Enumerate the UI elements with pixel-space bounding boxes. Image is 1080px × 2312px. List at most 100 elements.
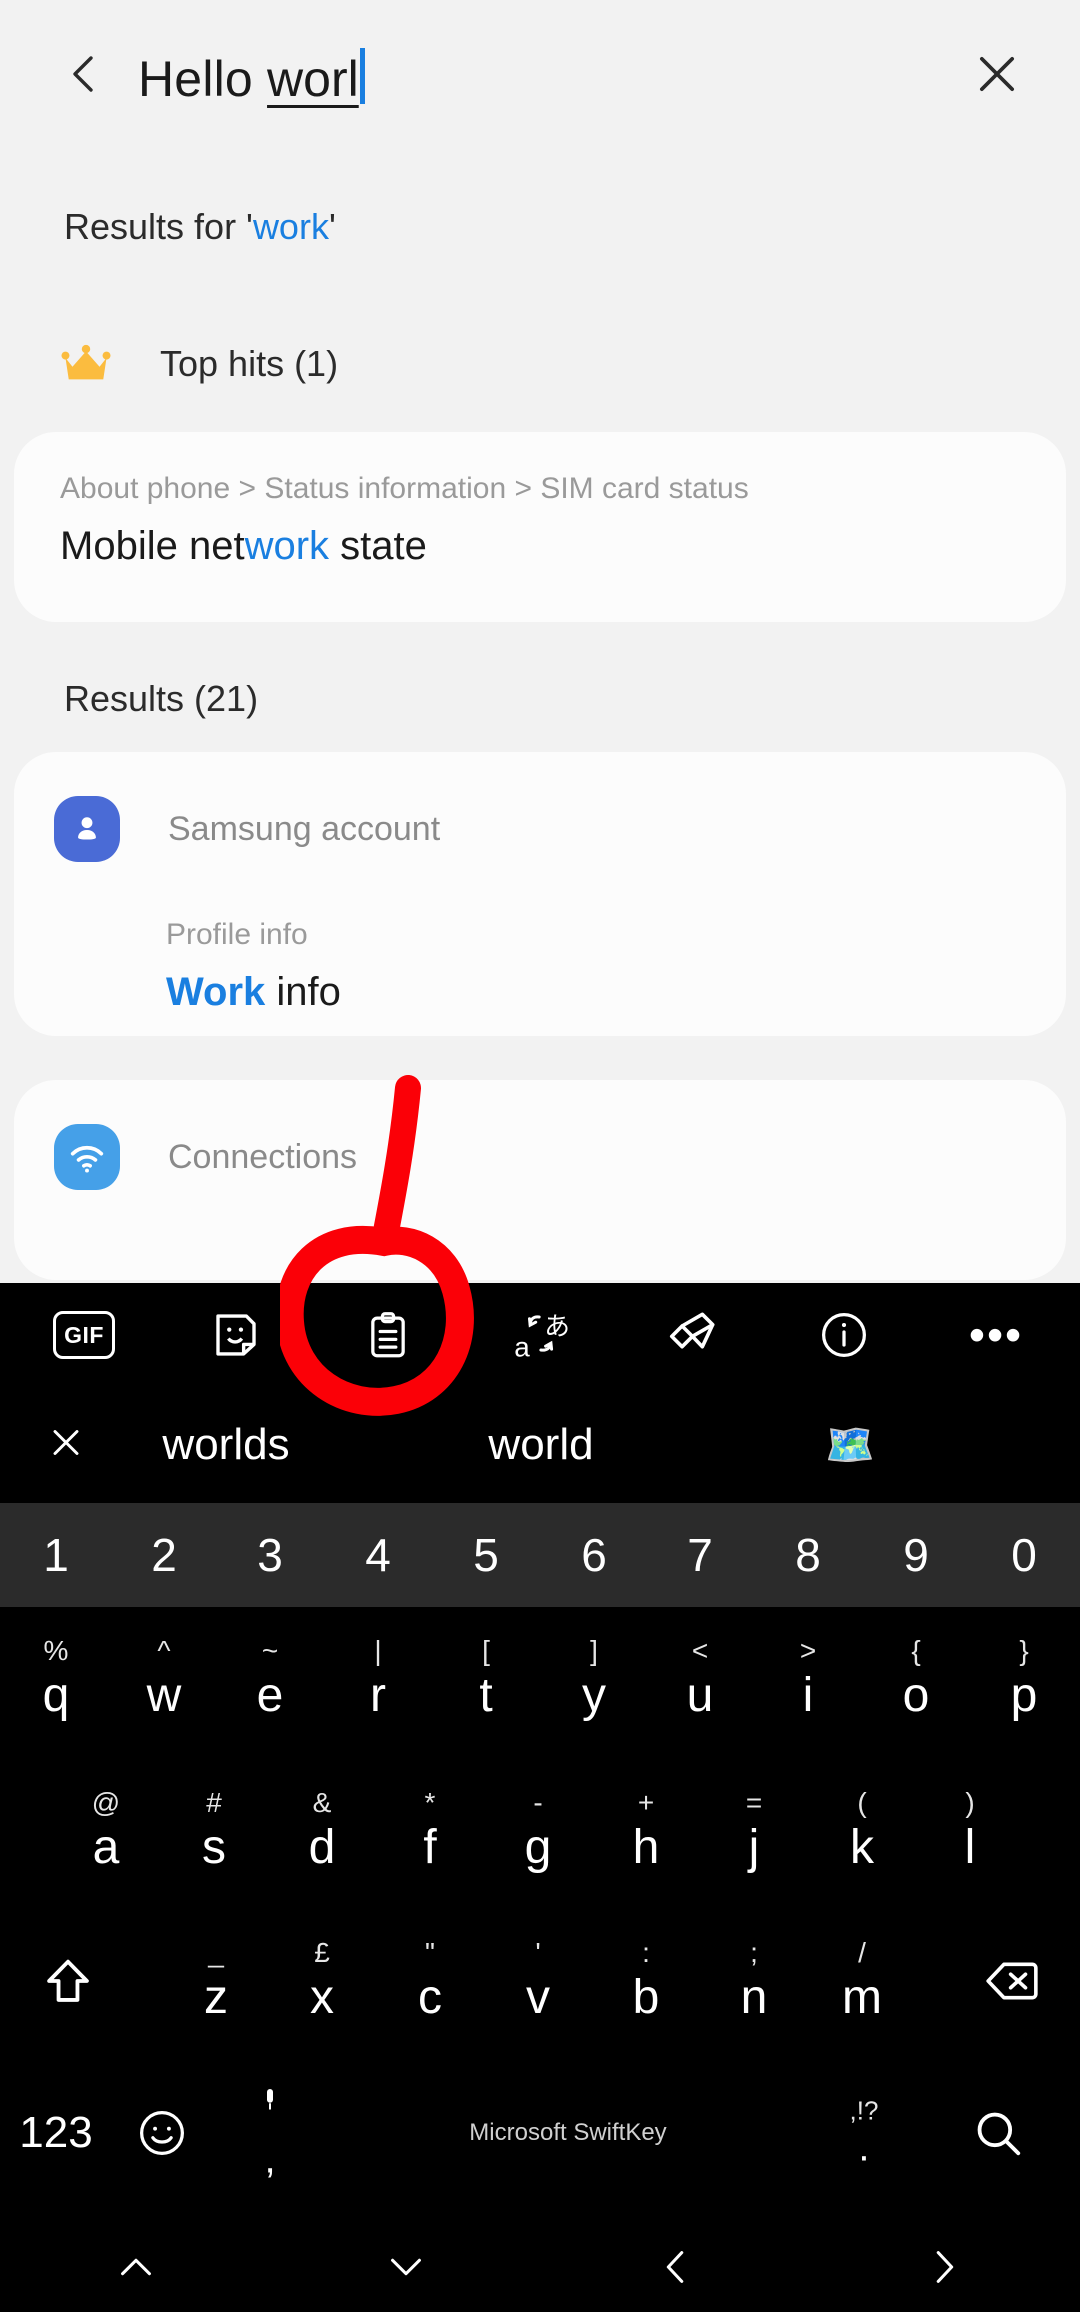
top-hit-title-after: state [329,524,427,568]
key-0[interactable]: 0 [1011,1528,1037,1582]
key-h[interactable]: + h [596,1759,696,1903]
key-m-label: m [842,1971,882,2024]
key-d[interactable]: & d [272,1759,372,1903]
key-t[interactable]: [t [436,1607,536,1751]
key-z[interactable]: _ z [166,1909,266,2053]
key-x-label: x [310,1971,334,2024]
key-c[interactable]: " c [380,1909,480,2053]
key-5[interactable]: 5 [473,1528,499,1582]
chevron-right-nav-icon [936,2251,954,2283]
key-b[interactable]: :b [596,1909,696,2053]
results-count-label: Results (21) [64,678,259,719]
key-e[interactable]: ~ e [220,1607,320,1751]
key-r-secondary: | [374,1635,382,1666]
clear-search-button[interactable] [942,19,1052,129]
suggestion-item[interactable]: world [488,1420,593,1470]
key-g[interactable]: -g [488,1759,588,1903]
nav-down-button[interactable] [383,2244,429,2290]
text-caret [359,48,365,104]
key-p-secondary: } [1019,1635,1029,1666]
result-card-connections[interactable]: Connections [14,1080,1066,1280]
top-hit-result-card[interactable]: About phone > Status information > SIM c… [14,432,1066,622]
key-l[interactable]: ) l [920,1759,1020,1903]
key-z-label: z [204,1971,228,2024]
info-icon[interactable] [818,1309,870,1361]
emoji-key[interactable] [136,2107,188,2159]
translate-icon[interactable]: a あ [510,1307,570,1363]
edit-toolbar-icon[interactable] [665,1308,719,1362]
shift-key[interactable] [18,1909,118,2053]
more-options-icon[interactable]: ••• [969,1312,1023,1358]
top-hits-header: Top hits (1) [58,336,338,392]
key-d-secondary: & [312,1787,332,1818]
comma-label: , [264,2137,276,2182]
search-key[interactable] [971,2106,1025,2160]
keyboard-function-row: 123 , Microsoft SwiftKey ,!? . [0,2059,1080,2207]
key-d-label: d [308,1821,336,1874]
keyboard-number-row: 1 2 3 4 5 6 7 8 9 0 [0,1503,1080,1607]
chevron-up-icon [121,2258,151,2276]
software-keyboard: GIF a あ ••• worlds world 🗺️ 1 2 3 4 5 6 … [0,1283,1080,2312]
result-title-match: Work [166,970,266,1014]
suggestion-item[interactable]: worlds [162,1420,289,1470]
key-i[interactable]: > i [758,1607,858,1751]
key-q[interactable]: % q [6,1607,106,1751]
nav-left-button[interactable] [653,2244,699,2290]
key-g-label: g [524,1821,552,1874]
key-a[interactable]: @ a [56,1759,156,1903]
numeric-mode-label: 123 [19,2108,93,2157]
key-v[interactable]: ' v [488,1909,588,2053]
key-4[interactable]: 4 [365,1528,391,1582]
gif-icon[interactable]: GIF [53,1311,115,1359]
back-button[interactable] [36,26,132,122]
close-suggestions-icon[interactable] [44,1421,88,1470]
key-u-label: u [686,1669,714,1722]
key-c-label: c [418,1971,442,2024]
key-o[interactable]: {o [866,1607,966,1751]
settings-search-screen: Hello worl Results for 'work' Top hits (… [0,0,1080,2312]
key-y-secondary: ] [590,1635,598,1666]
key-m[interactable]: / m [812,1909,912,2053]
key-n[interactable]: ; n [704,1909,804,2053]
key-s[interactable]: # s [164,1759,264,1903]
period-key[interactable]: ,!? . [850,2096,879,2171]
nav-right-button[interactable] [921,2244,967,2290]
keyboard-row-qwerty: % q ^ w ~ e | r [t ] y < u > i {o } p [0,1607,1080,1759]
clipboard-icon[interactable] [362,1309,414,1361]
key-w-secondary: ^ [157,1635,171,1666]
key-6[interactable]: 6 [581,1528,607,1582]
top-hits-label: Top hits (1) [160,343,339,384]
key-m-secondary: / [858,1937,866,1968]
numeric-mode-key[interactable]: 123 [19,2108,92,2158]
key-7[interactable]: 7 [687,1528,713,1582]
key-l-label: l [964,1821,976,1874]
results-for-suffix: ' [328,206,336,247]
nav-up-button[interactable] [113,2244,159,2290]
key-j[interactable]: = j [704,1759,804,1903]
key-y[interactable]: ] y [544,1607,644,1751]
backspace-key[interactable] [962,1909,1062,2053]
key-8[interactable]: 8 [795,1528,821,1582]
key-2[interactable]: 2 [151,1528,177,1582]
sticker-icon[interactable] [209,1308,263,1362]
key-1[interactable]: 1 [43,1528,69,1582]
key-w[interactable]: ^ w [114,1607,214,1751]
key-p[interactable]: } p [974,1607,1074,1751]
result-app-row: Samsung account [54,796,440,862]
map-emoji-suggestion[interactable]: 🗺️ [825,1422,875,1469]
key-f[interactable]: * f [380,1759,480,1903]
top-hit-title-before: Mobile net [60,524,245,568]
result-card-samsung-account[interactable]: Samsung account Profile info Work info [14,752,1066,1036]
comma-key[interactable]: , [255,2084,285,2183]
key-t-secondary: [ [482,1635,490,1666]
result-title-after: info [265,970,341,1014]
key-k[interactable]: (k [812,1759,912,1903]
key-u[interactable]: < u [650,1607,750,1751]
gif-label: GIF [64,1321,104,1348]
key-x[interactable]: £ x [272,1909,372,2053]
key-h-label: h [632,1821,660,1874]
key-r[interactable]: | r [328,1607,428,1751]
key-9[interactable]: 9 [903,1528,929,1582]
key-3[interactable]: 3 [257,1528,283,1582]
search-input[interactable]: Hello worl [138,40,942,108]
